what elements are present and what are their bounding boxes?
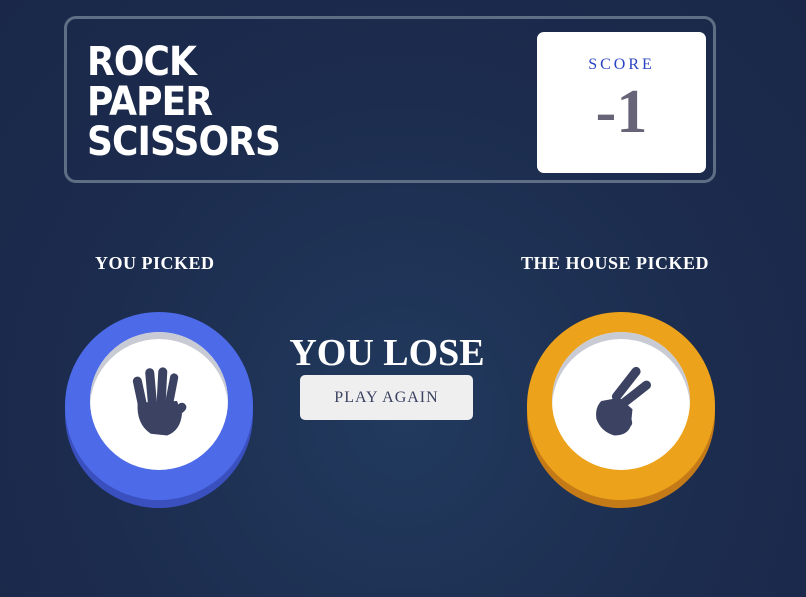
game-title: ROCK PAPER SCISSORS [87,39,281,165]
play-again-button[interactable]: PLAY AGAIN [300,375,473,420]
result-text: YOU LOSE [289,332,485,374]
house-pick-face [552,332,690,470]
player-pick-token-paper [65,312,253,500]
score-value: -1 [595,78,648,146]
title-line-paper: PAPER [87,79,213,125]
house-pick-token-scissors [527,312,715,500]
title-line-rock: ROCK [87,39,197,85]
title-line-scissors: SCISSORS [87,119,281,165]
score-box: SCORE -1 [537,32,706,173]
house-picked-label: THE HOUSE PICKED [521,253,710,273]
header: ROCK PAPER SCISSORS SCORE -1 [64,16,716,183]
player-pick-face [90,332,228,470]
scissors-hand-icon [596,366,652,436]
paper-hand-icon [132,367,187,436]
you-picked-label: YOU PICKED [95,253,215,273]
score-label: SCORE [588,56,655,73]
